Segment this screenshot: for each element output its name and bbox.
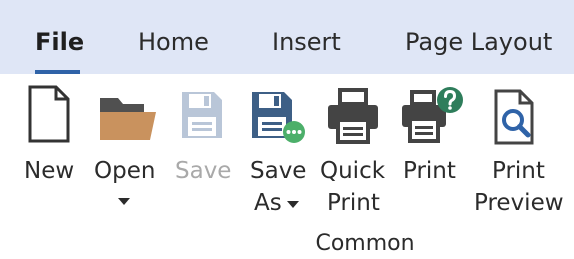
- tab-file[interactable]: File: [35, 27, 84, 57]
- print-button-label: Print: [403, 158, 456, 184]
- save-as-dropdown-arrow-icon[interactable]: [287, 201, 299, 208]
- save-button-label: Save: [175, 158, 232, 184]
- save-as-label-line2: As: [254, 190, 282, 216]
- tab-page-layout[interactable]: Page Layout: [405, 27, 552, 57]
- quick-print-label-line2: Print: [327, 190, 380, 216]
- new-button[interactable]: New: [22, 84, 78, 194]
- print-preview-label-line1: Print: [492, 158, 545, 184]
- ribbon-tab-bar: File Home Insert Page Layout: [0, 0, 574, 74]
- print-preview-button[interactable]: Print Preview: [472, 84, 568, 224]
- ribbon-group-label: Common: [0, 230, 574, 258]
- printer-question-icon: [402, 87, 463, 143]
- blank-document-icon: [28, 85, 70, 143]
- save-button[interactable]: Save: [172, 84, 232, 194]
- open-dropdown-arrow-icon[interactable]: [118, 198, 130, 205]
- quick-print-button[interactable]: Quick Print: [318, 84, 388, 224]
- app-window: File Home Insert Page Layout New Open Sa…: [0, 0, 574, 259]
- quick-print-label-line1: Quick: [320, 158, 386, 184]
- new-button-label: New: [24, 158, 75, 184]
- save-as-button[interactable]: Save As: [246, 84, 310, 224]
- open-button-label: Open: [94, 158, 156, 184]
- print-button[interactable]: Print: [398, 84, 464, 194]
- save-as-label-line1: Save: [250, 158, 307, 184]
- active-tab-indicator: [35, 70, 80, 74]
- open-button[interactable]: Open: [92, 84, 160, 214]
- folder-icon: [100, 98, 156, 140]
- ribbon-group-label-text: Common: [315, 231, 415, 256]
- document-magnifier-icon: [494, 89, 534, 145]
- printer-icon: [328, 88, 378, 144]
- floppy-disk-icon: [182, 92, 222, 138]
- floppy-disk-more-icon: [252, 92, 305, 143]
- print-preview-label-line2: Preview: [474, 190, 564, 216]
- tab-insert[interactable]: Insert: [272, 27, 341, 57]
- tab-home[interactable]: Home: [138, 27, 209, 57]
